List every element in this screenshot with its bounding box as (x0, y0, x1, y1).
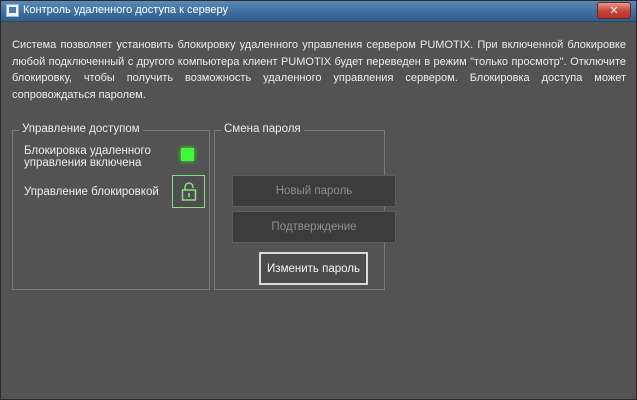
app-window-icon (6, 4, 19, 17)
new-password-input[interactable] (232, 175, 396, 207)
lock-status-label: Блокировка удаленного управления включен… (24, 145, 151, 169)
access-control-group-title: Управление доступом (19, 123, 143, 135)
description-text: Система позволяет установить блокировку … (12, 39, 626, 101)
close-icon: ✕ (609, 4, 619, 17)
remote-access-window: Контроль удаленного доступа к серверу ✕ … (0, 0, 637, 400)
unlocked-padlock-icon (181, 182, 197, 201)
confirm-password-input[interactable] (232, 211, 396, 243)
change-password-button[interactable]: Изменить пароль (259, 252, 368, 285)
lock-toggle-button[interactable] (172, 175, 205, 208)
lock-status-indicator (181, 148, 194, 161)
password-change-group: Смена пароля Изменить пароль (214, 123, 396, 290)
close-button[interactable]: ✕ (597, 2, 631, 19)
window-title: Контроль удаленного доступа к серверу (23, 4, 229, 16)
lock-control-label: Управление блокировкой (24, 186, 159, 198)
password-change-group-title: Смена пароля (221, 123, 304, 135)
title-bar[interactable]: Контроль удаленного доступа к серверу ✕ (1, 1, 636, 22)
access-control-group: Управление доступом Блокировка удаленног… (12, 123, 210, 290)
